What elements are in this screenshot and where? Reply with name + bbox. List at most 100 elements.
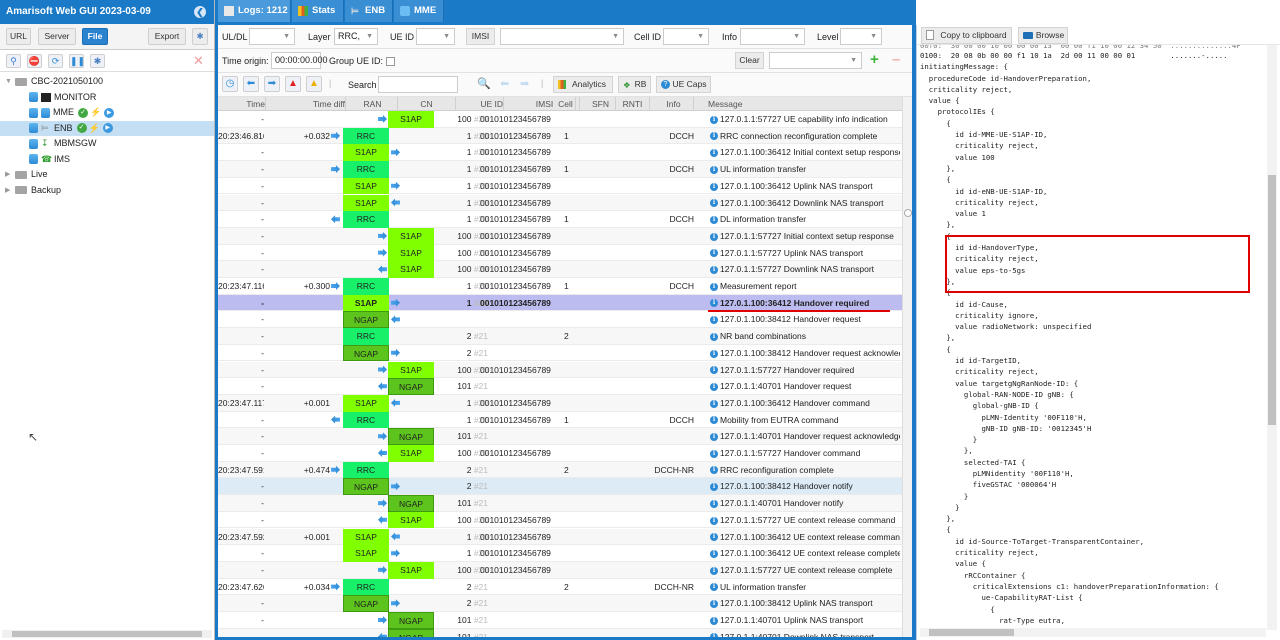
column-header-info[interactable]: Info: [654, 97, 694, 111]
tree-node-mbmsgw[interactable]: ↧ MBMSGW: [0, 136, 214, 152]
url-button[interactable]: URL: [6, 28, 31, 45]
search-icon[interactable]: ⚲: [6, 54, 21, 68]
table-row[interactable]: - S1AP 1 #20 001010123456789 i 127.0.1.100:36…: [218, 144, 902, 162]
table-row[interactable]: - S1AP 100 #20 001010123456789 i 127.0.1.1:57…: [218, 361, 902, 379]
layer-select[interactable]: RRC, ▼: [334, 28, 378, 45]
tree-node-backup[interactable]: ▶ Backup: [0, 183, 214, 199]
clear-button[interactable]: Clear: [735, 52, 764, 69]
rb-button[interactable]: ❖ RB: [618, 76, 651, 93]
tree-node-mme[interactable]: MME ✓ ⚡ ▶: [0, 105, 214, 121]
table-vertical-scrollbar[interactable]: [902, 97, 912, 637]
search-input[interactable]: [378, 76, 458, 93]
table-row[interactable]: - NGAP 101 #21 i 127.0.1.1:40701 Handover re…: [218, 428, 902, 445]
column-header-message[interactable]: Message: [708, 97, 898, 111]
refresh-icon[interactable]: ⟳: [48, 54, 63, 68]
table-row[interactable]: - S1AP 1 #20 001010123456789 i 127.0.1.100:36…: [218, 177, 902, 195]
play-icon[interactable]: ▶: [104, 107, 115, 118]
table-row[interactable]: - S1AP 100 #20 001010123456789 i 127.0.1.1:57…: [218, 111, 902, 128]
browse-button[interactable]: Browse: [1018, 27, 1068, 44]
clock-icon[interactable]: ◷: [222, 76, 238, 92]
analytics-button[interactable]: Analytics: [553, 76, 613, 93]
time-origin-input[interactable]: 00:00:00.000: [271, 52, 328, 69]
detail-horizontal-scrollbar[interactable]: [920, 628, 1266, 637]
tree-node-monitor[interactable]: MONITOR: [0, 90, 214, 106]
ueid-select[interactable]: ▼: [416, 28, 455, 45]
remove-filter-icon[interactable]: –: [892, 52, 906, 68]
column-header-time[interactable]: Time: [218, 97, 266, 111]
table-row[interactable]: - RRC 1 #20 001010123456789 1 DCCH i DL informa…: [218, 211, 902, 228]
table-row[interactable]: - S1AP 100 #20 001010123456789 i 127.0.1.1:57…: [218, 511, 902, 529]
tab-stats[interactable]: Stats: [292, 0, 344, 22]
tab-mme[interactable]: MME: [394, 0, 444, 22]
column-header-time-diff[interactable]: Time diff: [268, 97, 346, 111]
error-warning-icon[interactable]: ▲: [285, 76, 301, 92]
table-row[interactable]: - NGAP 2 #21 i 127.0.1.100:38412 Handover re…: [218, 344, 902, 362]
column-header-ran[interactable]: RAN: [348, 97, 398, 111]
expand-toggle-icon[interactable]: ▶: [5, 167, 10, 183]
expand-toggle-icon[interactable]: ▼: [5, 74, 12, 90]
binoculars-icon[interactable]: 🔍: [477, 77, 491, 90]
table-row[interactable]: 20:23:47.592 +0.001 S1AP 1 #20 0010101234567…: [218, 528, 902, 546]
detail-vertical-scrollbar[interactable]: [1267, 45, 1277, 630]
info-select[interactable]: ▼: [740, 28, 805, 45]
plug-icon[interactable]: ✱: [90, 54, 105, 68]
column-header-cell[interactable]: Cell: [556, 97, 576, 111]
table-row[interactable]: - NGAP 2 #21 i 127.0.1.100:38412 Handover no…: [218, 478, 902, 496]
table-row[interactable]: - RRC 1 #20 001010123456789 1 DCCH i Mobility f…: [218, 411, 902, 429]
file-button[interactable]: File: [82, 28, 108, 45]
table-row[interactable]: - NGAP 101 #21 i 127.0.1.1:40701 Handover re…: [218, 378, 902, 395]
table-row[interactable]: - S1AP 100 #20 001010123456789 i 127.0.1.1:57…: [218, 244, 902, 262]
table-row[interactable]: 20:23:47.626 +0.034 RRC 2 #21 2 DCCH-NR i UL in…: [218, 578, 902, 596]
table-row[interactable]: - S1AP 1 #20 001010123456789 i 127.0.1.100:36…: [218, 545, 902, 562]
delete-icon[interactable]: ✕: [193, 53, 204, 69]
play-icon[interactable]: ▶: [102, 123, 113, 134]
group-ue-checkbox[interactable]: [386, 57, 395, 66]
table-row[interactable]: 20:23:46.816 +0.032 RRC 1 #20 00101012345678…: [218, 127, 902, 145]
imsi-select[interactable]: ▼: [500, 28, 624, 45]
warning-icon[interactable]: ▲: [306, 76, 322, 92]
table-row[interactable]: - S1AP 100 #20 001010123456789 i 127.0.1.1:57…: [218, 227, 902, 245]
table-row[interactable]: 20:23:47.116 +0.300 RRC 1 #20 00101012345678…: [218, 278, 902, 295]
table-row[interactable]: - NGAP 101 #21 i 127.0.1.1:40701 Uplink NAS …: [218, 612, 902, 629]
filter-preset-select[interactable]: ▼: [769, 52, 862, 69]
tab-enb[interactable]: ⊨ ENB: [345, 0, 393, 22]
table-row[interactable]: - NGAP 2 #21 i 127.0.1.100:38412 Uplink NAS …: [218, 595, 902, 612]
ue-caps-button[interactable]: ? UE Caps: [656, 76, 711, 93]
tree-node-ims[interactable]: ☎ IMS: [0, 152, 214, 168]
stop-icon[interactable]: ⛔: [27, 54, 42, 68]
table-row[interactable]: -NGAP101 #21i127.0.1.1:40701 Downlink NA…: [218, 628, 902, 637]
table-row[interactable]: - S1AP 100 #20 001010123456789 i 127.0.1.1:57…: [218, 561, 902, 579]
level-select[interactable]: ▼: [840, 28, 882, 45]
table-row[interactable]: - S1AP 100 #20 001010123456789 i 127.0.1.1:57…: [218, 445, 902, 462]
uldl-select[interactable]: ▼: [249, 28, 295, 45]
tree-node-cbc[interactable]: ▼ CBC-2021050100: [0, 74, 214, 90]
scrollbar-thumb[interactable]: [1268, 175, 1276, 425]
column-header-rnti[interactable]: RNTI: [616, 97, 650, 111]
cellid-select[interactable]: ▼: [663, 28, 709, 45]
table-row[interactable]: - RRC 2 #21 2 i NR band combinations: [218, 328, 902, 345]
expand-toggle-icon[interactable]: ▶: [5, 183, 10, 199]
copy-to-clipboard-button[interactable]: Copy to clipboard: [921, 27, 1012, 44]
tree-node-live[interactable]: ▶ Live: [0, 167, 214, 183]
scrollbar-thumb[interactable]: [929, 629, 1014, 636]
tab-logs[interactable]: Logs: 1212: [218, 0, 291, 22]
imsi-button[interactable]: IMSI: [466, 28, 495, 45]
search-next-icon[interactable]: ➡: [520, 77, 529, 90]
collapse-panel-icon[interactable]: ❮: [194, 6, 206, 18]
table-row[interactable]: - NGAP i 127.0.1.100:38412 Handover reques…: [218, 311, 902, 329]
column-header-ue-id[interactable]: UE ID: [456, 97, 504, 111]
export-button[interactable]: Export: [148, 28, 186, 45]
next-arrow-icon[interactable]: ➡: [264, 76, 280, 92]
scroll-knob[interactable]: [904, 209, 912, 217]
add-filter-icon[interactable]: +: [870, 52, 884, 68]
previous-arrow-icon[interactable]: ⬅: [243, 76, 259, 92]
column-header-cn[interactable]: CN: [398, 97, 456, 111]
search-previous-icon[interactable]: ⬅: [500, 77, 509, 90]
table-row[interactable]: - S1AP 1 #20 001010123456789 i 127.0.1.100:36…: [218, 294, 902, 312]
table-row[interactable]: - S1AP 1 #20 001010123456789 i 127.0.1.100:36…: [218, 194, 902, 212]
table-row[interactable]: 20:23:47.591 +0.474 RRC 2 #21 2 DCCH-NR i RRC r…: [218, 461, 902, 479]
scrollbar-thumb[interactable]: [12, 631, 202, 637]
column-header-sfn[interactable]: SFN: [586, 97, 616, 111]
tree-horizontal-scrollbar[interactable]: [2, 630, 212, 638]
table-row[interactable]: - NGAP 101 #21 i 127.0.1.1:40701 Handover no…: [218, 495, 902, 512]
